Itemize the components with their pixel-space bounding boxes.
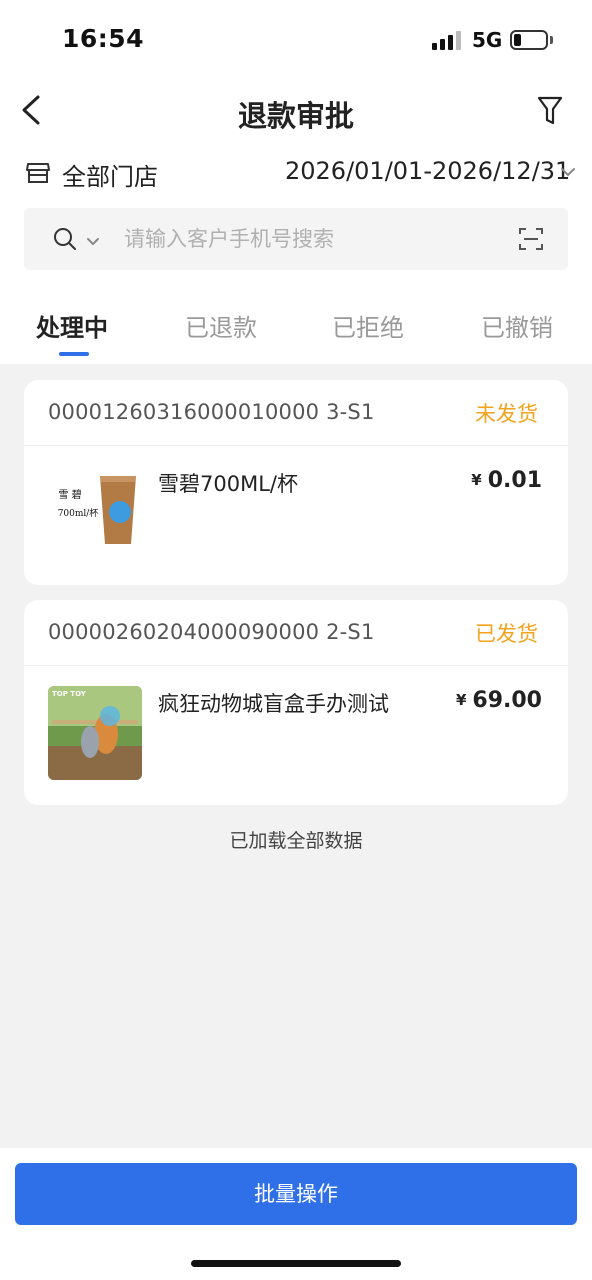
- battery-icon: [510, 30, 548, 50]
- order-card-header: 00001260316000010000 3-S1 未发货: [24, 380, 568, 446]
- batch-operation-button[interactable]: 批量操作: [15, 1163, 577, 1225]
- status-bar: 16:54 5G: [0, 0, 592, 80]
- product-price: ¥69.00: [455, 688, 542, 713]
- scan-icon[interactable]: [518, 226, 544, 252]
- tab-refunded[interactable]: 已退款: [185, 308, 257, 343]
- status-time: 16:54: [62, 24, 145, 53]
- product-thumbnail: 雪 碧 700ml/杯: [48, 466, 142, 560]
- shipping-status: 已发货: [475, 622, 538, 646]
- search-bar: [24, 208, 568, 270]
- chevron-down-icon[interactable]: [560, 164, 576, 178]
- product-name: 雪碧700ML/杯: [158, 472, 298, 496]
- home-indicator[interactable]: [191, 1260, 401, 1267]
- product-thumbnail: TOP TOY: [48, 686, 142, 780]
- store-selector[interactable]: 全部门店: [62, 157, 158, 192]
- order-number: 00001260316000010000 3-S1: [48, 400, 375, 424]
- search-icon: [52, 226, 78, 252]
- svg-text:700ml/杯: 700ml/杯: [58, 507, 99, 519]
- tab-rejected[interactable]: 已拒绝: [332, 308, 404, 343]
- shipping-status: 未发货: [475, 402, 538, 426]
- tab-processing[interactable]: 处理中: [36, 308, 108, 343]
- signal-icon: [432, 30, 462, 50]
- search-type-chevron-icon[interactable]: [86, 233, 100, 246]
- bottom-bar: 批量操作: [0, 1148, 592, 1280]
- tab-cancelled[interactable]: 已撤销: [481, 308, 553, 343]
- svg-text:雪 碧: 雪 碧: [58, 489, 81, 501]
- date-range-selector[interactable]: 2026/01/01-2026/12/31: [285, 157, 570, 185]
- svg-text:TOP TOY: TOP TOY: [52, 690, 87, 698]
- order-card[interactable]: 00000260204000090000 2-S1 已发货 TOP TOY 疯狂…: [24, 600, 568, 805]
- order-card-header: 00000260204000090000 2-S1 已发货: [24, 600, 568, 666]
- tab-indicator: [59, 352, 89, 356]
- product-name: 疯狂动物城盲盒手办测试: [158, 692, 389, 716]
- order-number: 00000260204000090000 2-S1: [48, 620, 375, 644]
- battery-tip: [550, 36, 553, 44]
- filter-icon[interactable]: [530, 94, 570, 128]
- order-card[interactable]: 00001260316000010000 3-S1 未发货 雪 碧 700ml/…: [24, 380, 568, 585]
- search-input[interactable]: [124, 208, 504, 270]
- page-title: 退款审批: [237, 99, 354, 133]
- product-price: ¥0.01: [471, 468, 542, 493]
- list-end-text: 已加载全部数据: [229, 830, 363, 852]
- store-icon[interactable]: [24, 158, 52, 186]
- network-label: 5G: [472, 28, 503, 52]
